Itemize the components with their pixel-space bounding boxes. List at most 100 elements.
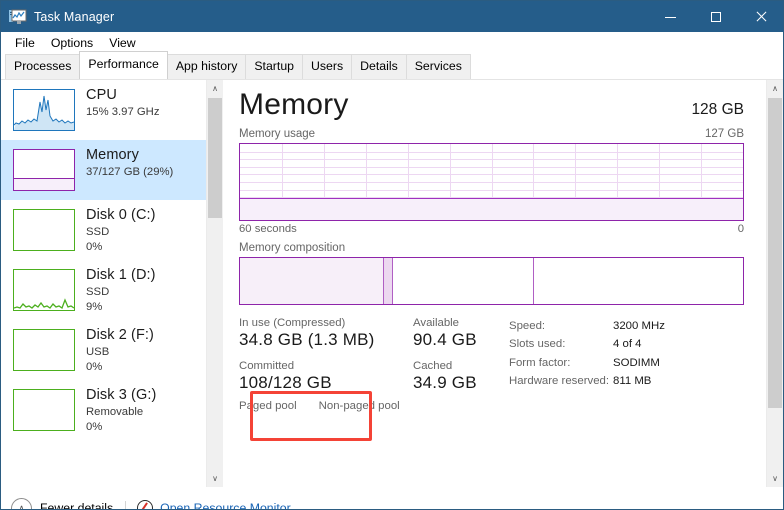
cached-block: Cached 34.9 GB [413,360,501,393]
in-use-value: 34.8 GB (1.3 MB) [239,330,375,349]
sidebar-scroll-down-icon[interactable]: ∨ [207,470,223,487]
sidebar-disk1-title: Disk 1 (D:) [86,267,156,283]
sidebar-disk1-sub1: SSD [86,285,110,298]
stats-col-2: Available 90.4 GB Cached 34.9 GB [413,317,501,412]
memory-composition-bar[interactable] [239,257,744,305]
sidebar-scroll-thumb[interactable] [208,98,222,218]
sidebar-disk2-sub1: USB [86,345,110,358]
resource-monitor-icon [137,500,154,509]
cpu-meta: CPU 15% 3.97 GHz [86,87,159,119]
memory-usage-max: 127 GB [705,128,744,140]
fewer-details-button[interactable]: ∧ Fewer details [11,497,113,510]
pool-labels: Paged pool Non-paged pool [239,400,400,412]
disk3-thumbnail [13,389,75,431]
cpu-thumbnail [13,89,75,131]
open-resource-monitor-link[interactable]: Open Resource Monitor [137,500,291,509]
menu-options[interactable]: Options [43,34,101,53]
disk3-meta: Disk 3 (G:) Removable 0% [86,387,156,434]
memory-stats: In use (Compressed) 34.8 GB (1.3 MB) Com… [239,317,766,412]
disk0-meta: Disk 0 (C:) SSD 0% [86,207,156,254]
sidebar-cpu-sub: 15% 3.97 GHz [86,105,160,118]
memory-total: 128 GB [691,101,744,118]
spec-slots-key: Slots used: [509,338,566,351]
menu-file[interactable]: File [7,34,43,53]
spec-hardware-reserved-value: 811 MB [613,375,652,388]
main-scroll-thumb[interactable] [768,98,782,408]
sidebar-item-cpu[interactable]: CPU 15% 3.97 GHz [1,80,206,140]
sidebar-scroll-up-icon[interactable]: ∧ [207,80,223,97]
memory-thumbnail-fill [14,178,74,190]
memory-specs: Speed: 3200 MHz Slots used: 4 of 4 Form … [509,317,665,412]
main-scroll-down-icon[interactable]: ∨ [767,470,783,487]
sidebar-item-disk3[interactable]: Disk 3 (G:) Removable 0% [1,380,206,440]
window-controls [648,1,783,32]
tab-details[interactable]: Details [351,54,407,79]
memory-usage-graph [239,143,744,221]
fewer-details-label: Fewer details [40,501,113,510]
committed-block: Committed 108/128 GB [239,360,351,393]
tab-users[interactable]: Users [302,54,353,79]
minimize-icon [665,16,676,18]
status-bar: ∧ Fewer details Open Resource Monitor [1,487,783,510]
sidebar-item-memory[interactable]: Memory 37/127 GB (29%) [1,140,206,200]
available-block: Available 90.4 GB [413,317,501,350]
memory-composition-label: Memory composition [239,242,346,254]
composition-segment-modified[interactable] [382,258,392,304]
spec-slots: Slots used: 4 of 4 [509,335,665,353]
sidebar-disk3-sub2: 0% [86,420,103,433]
spec-form-factor: Form factor: SODIMM [509,354,665,372]
disk1-meta: Disk 1 (D:) SSD 9% [86,267,156,314]
cached-label: Cached [413,360,453,372]
graph-fill-area [240,197,743,220]
composition-segment-in-use[interactable] [240,258,383,304]
spec-hardware-reserved: Hardware reserved: 811 MB [509,372,665,390]
composition-segment-standby[interactable] [391,258,533,304]
sidebar-scrollbar[interactable]: ∧ ∨ [206,80,223,487]
tab-startup[interactable]: Startup [245,54,303,79]
disk1-thumbnail [13,269,75,311]
tab-performance[interactable]: Performance [79,51,168,79]
spec-speed-value: 3200 MHz [613,320,665,332]
memory-thumbnail [13,149,75,191]
chevron-up-icon: ∧ [11,497,32,509]
sidebar-item-disk0[interactable]: Disk 0 (C:) SSD 0% [1,200,206,260]
close-button[interactable] [738,1,783,32]
minimize-button[interactable] [648,1,693,32]
sidebar-disk2-sub2: 0% [86,360,103,373]
sidebar-disk1-sub2: 9% [86,300,103,313]
axis-left-label: 60 seconds [239,223,297,235]
tab-services[interactable]: Services [405,54,471,79]
disk2-thumbnail [13,329,75,371]
fewer-details-pre: Fewer [40,501,78,510]
committed-value: 108/128 GB [239,373,332,392]
composition-segment-free[interactable] [532,258,743,304]
non-paged-pool-label: Non-paged pool [318,400,400,412]
spec-speed: Speed: 3200 MHz [509,317,665,335]
sidebar-item-disk2[interactable]: Disk 2 (F:) USB 0% [1,320,206,380]
title-bar: Task Manager [1,1,783,32]
page-title: Memory [239,88,349,121]
usage-header: Memory usage 127 GB [239,128,766,140]
content-area: CPU 15% 3.97 GHz Memory 37/127 GB (29%) … [1,79,783,487]
spec-slots-value: 4 of 4 [613,338,642,351]
maximize-icon [710,11,721,22]
menu-view[interactable]: View [101,34,143,53]
device-list: CPU 15% 3.97 GHz Memory 37/127 GB (29%) … [1,80,206,487]
disk0-thumbnail [13,209,75,251]
close-icon [755,11,767,23]
spec-form-factor-value: SODIMM [613,356,660,369]
memory-panel: Memory 128 GB Memory usage 127 GB 60 sec… [223,80,766,487]
maximize-button[interactable] [693,1,738,32]
sidebar-item-disk1[interactable]: Disk 1 (D:) SSD 9% [1,260,206,320]
tab-processes[interactable]: Processes [5,54,81,79]
tab-bar: Processes Performance App history Startu… [1,51,783,79]
paged-pool-label: Paged pool [239,400,297,412]
sidebar-disk0-sub2: 0% [86,240,103,253]
sidebar-disk0-title: Disk 0 (C:) [86,207,156,223]
sidebar-disk3-title: Disk 3 (G:) [86,387,157,403]
spec-form-factor-key: Form factor: [509,356,571,369]
axis-right-label: 0 [737,223,744,235]
main-scrollbar[interactable]: ∧ ∨ [766,80,783,487]
tab-app-history[interactable]: App history [166,54,247,79]
main-scroll-up-icon[interactable]: ∧ [767,80,783,97]
